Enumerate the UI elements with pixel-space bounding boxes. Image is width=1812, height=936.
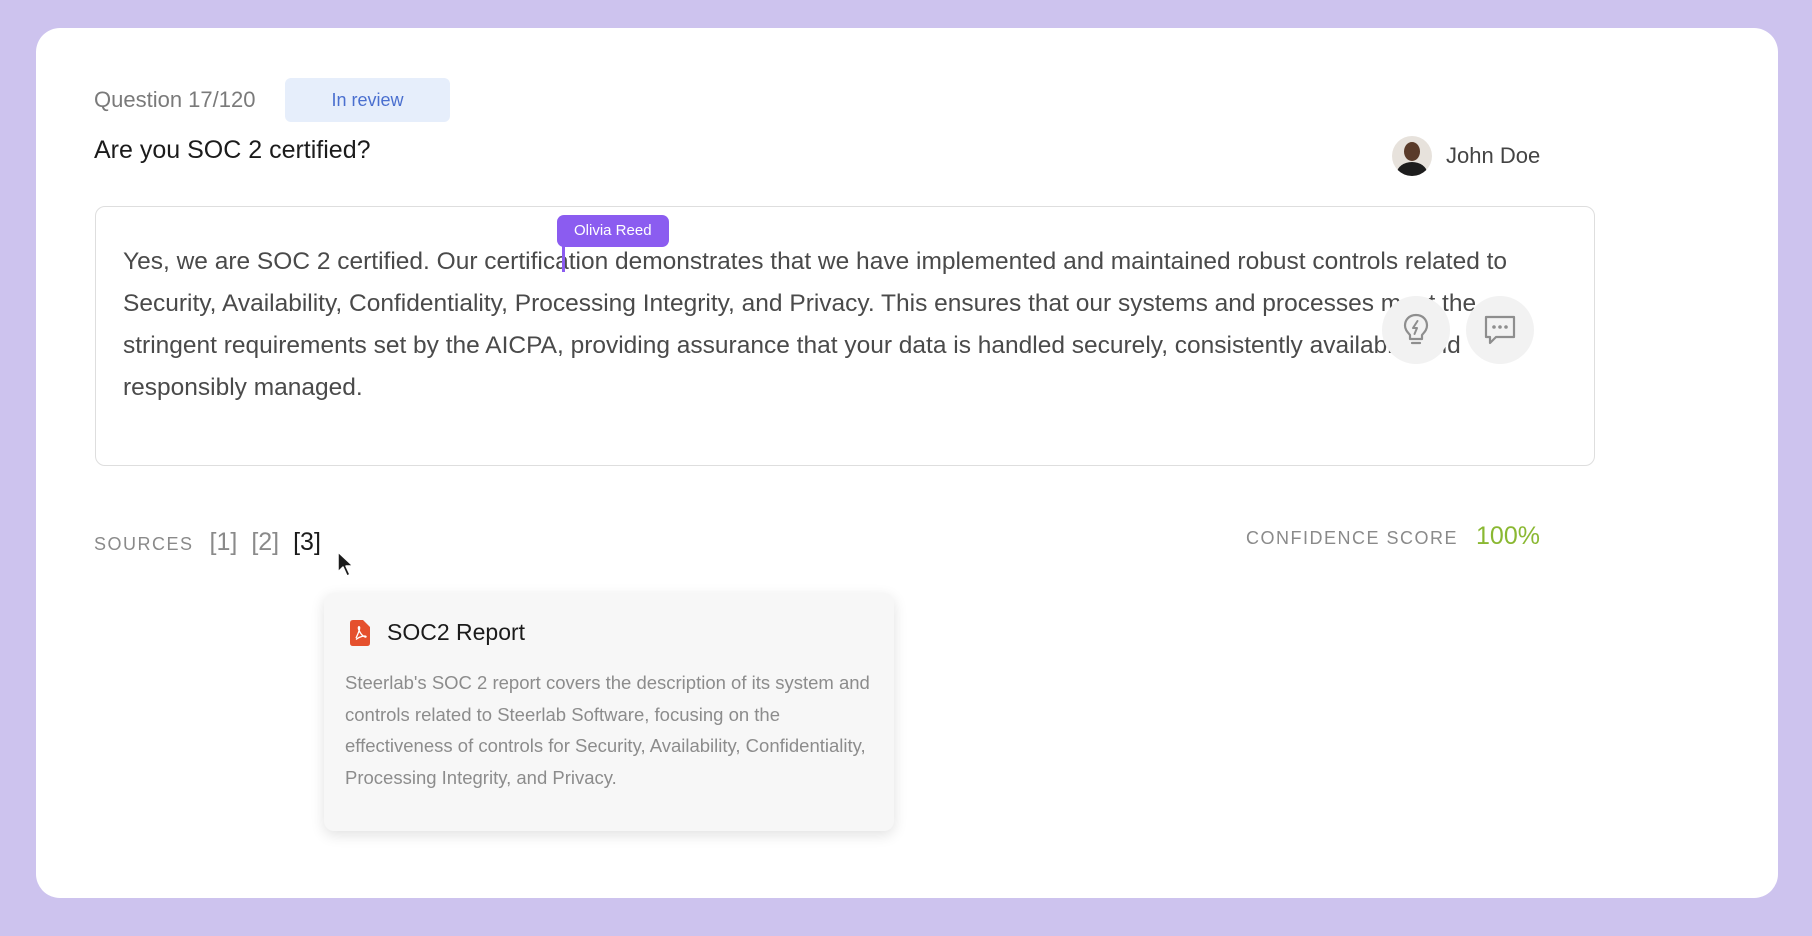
- lightbulb-icon: [1403, 313, 1429, 345]
- assignee[interactable]: John Doe: [1392, 136, 1540, 176]
- answer-text[interactable]: Yes, we are SOC 2 certified. Our certifi…: [123, 241, 1563, 409]
- mouse-cursor-icon: [337, 551, 354, 577]
- source-link-2[interactable]: [2]: [251, 528, 279, 557]
- suggest-button[interactable]: [1382, 296, 1450, 364]
- status-badge[interactable]: In review: [285, 78, 450, 122]
- sources-label: SOURCES: [94, 534, 194, 554]
- assignee-name: John Doe: [1446, 143, 1541, 168]
- question-meta: Question 17/120 In review: [94, 78, 450, 122]
- source-preview-description: Steerlab's SOC 2 report covers the descr…: [345, 672, 870, 788]
- source-link-3[interactable]: [3]: [293, 528, 321, 557]
- source-preview-title: SOC2 Report: [387, 619, 526, 645]
- confidence-value: 100%: [1476, 522, 1540, 550]
- answer-editor[interactable]: Yes, we are SOC 2 certified. Our certifi…: [95, 206, 1595, 466]
- confidence-score: CONFIDENCE SCORE 100%: [1246, 522, 1540, 551]
- source-preview-card[interactable]: SOC2 Report Steerlab's SOC 2 report cove…: [324, 593, 894, 831]
- avatar: [1392, 136, 1432, 176]
- comment-icon: [1484, 315, 1516, 345]
- sources: SOURCES [1] [2] [3]: [94, 528, 335, 557]
- question-card: Question 17/120 In review Are you SOC 2 …: [36, 28, 1778, 898]
- comment-button[interactable]: [1466, 296, 1534, 364]
- source-link-1[interactable]: [1]: [210, 528, 238, 557]
- pdf-file-icon: [350, 619, 370, 646]
- collaborator-caret: [562, 245, 565, 272]
- question-title: Are you SOC 2 certified?: [94, 136, 371, 164]
- question-counter: Question 17/120: [94, 87, 256, 112]
- confidence-label: CONFIDENCE SCORE: [1246, 528, 1459, 548]
- source-preview-header: SOC2 Report: [350, 619, 525, 646]
- collaborator-cursor-label: Olivia Reed: [557, 215, 669, 247]
